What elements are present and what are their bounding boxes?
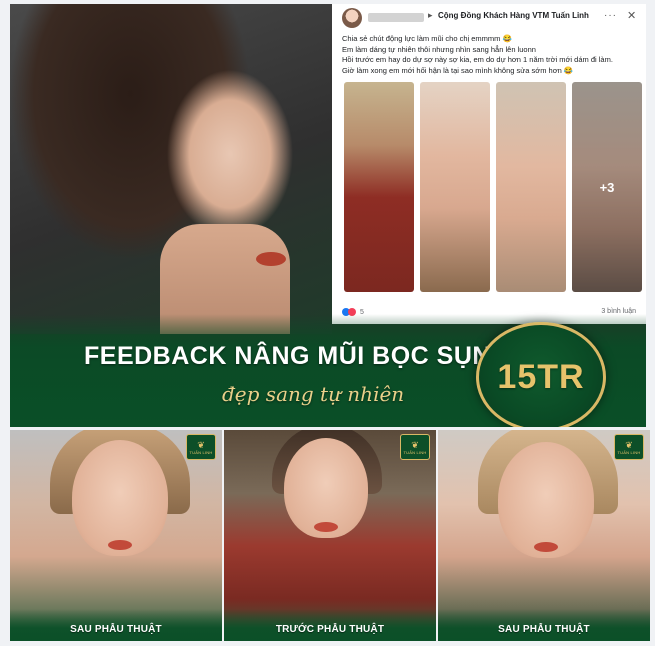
customer-portrait-photo	[10, 4, 332, 334]
post-line: Em làm dáng tự nhiên thôi nhưng nhìn san…	[342, 44, 536, 54]
brand-logo: ❦ TUẤN LINH	[614, 434, 644, 460]
tile-lips	[108, 540, 132, 550]
facebook-post-screenshot: ▸ Cộng Đồng Khách Hàng VTM Tuấn Linh ···…	[332, 4, 646, 324]
post-line: Hồi trước em hay do dự sợ này sợ kia, em…	[342, 55, 613, 64]
logo-mark-icon: ❦	[197, 439, 205, 450]
after-surgery-photo[interactable]: ❦ TUẤN LINH SAU PHẪU THUẬT	[438, 430, 650, 641]
post-header: ▸ Cộng Đồng Khách Hàng VTM Tuấn Linh ···…	[342, 8, 638, 28]
price-text: 15TR	[497, 357, 585, 396]
group-name: Cộng Đồng Khách Hàng VTM Tuấn Linh	[438, 11, 589, 20]
post-photo	[496, 82, 566, 292]
post-line: Chia sẻ chút động lực làm mũi cho chị em…	[342, 34, 512, 43]
post-line: Giờ làm xong em mới hối hận là tại sao m…	[342, 65, 574, 75]
avatar	[342, 8, 362, 28]
tile-lips	[314, 522, 338, 532]
before-surgery-photo[interactable]: ❦ TUẤN LINH TRƯỚC PHẪU THUẬT	[224, 430, 436, 641]
more-horizontal-icon: ···	[604, 10, 617, 21]
more-photos-count: +3	[572, 82, 642, 292]
logo-text: TUẤN LINH	[403, 449, 427, 455]
tile-caption: TRƯỚC PHẪU THUẬT	[275, 624, 385, 635]
brand-logo: ❦ TUẤN LINH	[186, 434, 216, 460]
tile-caption: SAU PHẪU THUẬT	[70, 624, 162, 635]
feedback-banner[interactable]: ▸ Cộng Đồng Khách Hàng VTM Tuấn Linh ···…	[10, 4, 646, 427]
post-photo	[344, 82, 414, 292]
close-icon: ✕	[627, 10, 637, 22]
logo-text: TUẤN LINH	[617, 449, 641, 455]
post-body-text: Chia sẻ chút động lực làm mũi cho chị em…	[342, 34, 638, 76]
post-photo-grid: +3	[340, 82, 642, 292]
arrow-right-icon: ▸	[428, 10, 433, 20]
portrait-lips	[256, 252, 286, 266]
logo-mark-icon: ❦	[411, 439, 419, 450]
post-image-collage: ▸ Cộng Đồng Khách Hàng VTM Tuấn Linh ···…	[0, 0, 655, 646]
logo-mark-icon: ❦	[625, 439, 633, 450]
after-surgery-photo[interactable]: ❦ TUẤN LINH SAU PHẪU THUẬT	[10, 430, 222, 641]
brand-logo: ❦ TUẤN LINH	[400, 434, 430, 460]
logo-text: TUẤN LINH	[189, 449, 213, 455]
price-badge: 15TR	[476, 322, 606, 427]
post-photo	[420, 82, 490, 292]
tile-face	[498, 442, 594, 558]
headline-text: FEEDBACK NÂNG MŨI BỌC SỤN	[84, 342, 491, 370]
tile-face	[72, 440, 168, 556]
blurred-username	[368, 13, 424, 22]
subline-text: đẹp sang tự nhiên	[222, 382, 405, 406]
tile-caption: SAU PHẪU THUẬT	[498, 624, 590, 635]
tile-lips	[534, 542, 558, 552]
